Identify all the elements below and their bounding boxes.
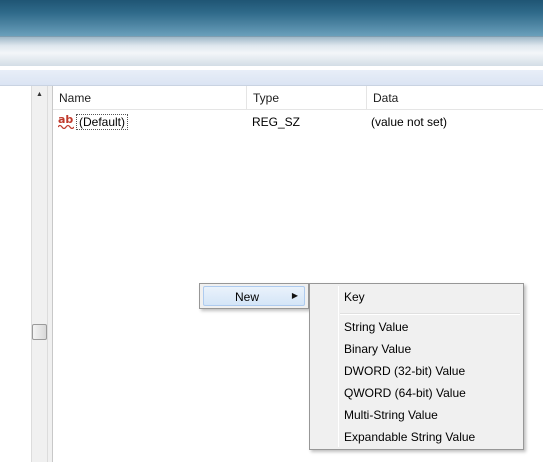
tree-vertical-scrollbar[interactable]: ▲ xyxy=(31,86,48,462)
column-header-data[interactable]: Data xyxy=(367,86,543,110)
registry-tree-pane[interactable] xyxy=(0,86,31,462)
menu-item-new-label: New xyxy=(235,290,260,304)
context-menu: New ▶ xyxy=(199,283,309,309)
string-value-icon: ab xyxy=(58,113,74,129)
menu-item-expandable-string-value[interactable]: Expandable String Value xyxy=(312,426,521,448)
window-title-bar xyxy=(0,0,543,36)
menu-item-string-value[interactable]: String Value xyxy=(312,316,521,338)
menu-item-new[interactable]: New ▶ xyxy=(203,286,305,306)
toolbar-strip xyxy=(0,70,543,86)
new-submenu: Key String Value Binary Value DWORD (32-… xyxy=(309,283,524,450)
row-type: REG_SZ xyxy=(252,115,301,129)
scroll-up-arrow-icon[interactable]: ▲ xyxy=(32,86,47,103)
row-name-cell: ab (Default) xyxy=(53,113,247,130)
menu-bar xyxy=(0,36,543,66)
column-header-name[interactable]: Name xyxy=(53,86,247,110)
menu-item-dword-value[interactable]: DWORD (32-bit) Value xyxy=(312,360,521,382)
menu-item-binary-value[interactable]: Binary Value xyxy=(312,338,521,360)
column-header-type[interactable]: Type xyxy=(247,86,367,110)
menu-separator xyxy=(340,313,520,315)
row-name: (Default) xyxy=(76,114,129,130)
menu-item-qword-value[interactable]: QWORD (64-bit) Value xyxy=(312,382,521,404)
column-header: Name Type Data xyxy=(53,86,543,110)
submenu-arrow-icon: ▶ xyxy=(291,291,298,300)
row-data: (value not set) xyxy=(371,115,448,129)
table-row[interactable]: ab (Default) REG_SZ (value not set) xyxy=(53,112,543,132)
menu-item-key[interactable]: Key xyxy=(312,286,521,308)
scrollbar-thumb[interactable] xyxy=(32,324,47,340)
menu-item-multi-string-value[interactable]: Multi-String Value xyxy=(312,404,521,426)
